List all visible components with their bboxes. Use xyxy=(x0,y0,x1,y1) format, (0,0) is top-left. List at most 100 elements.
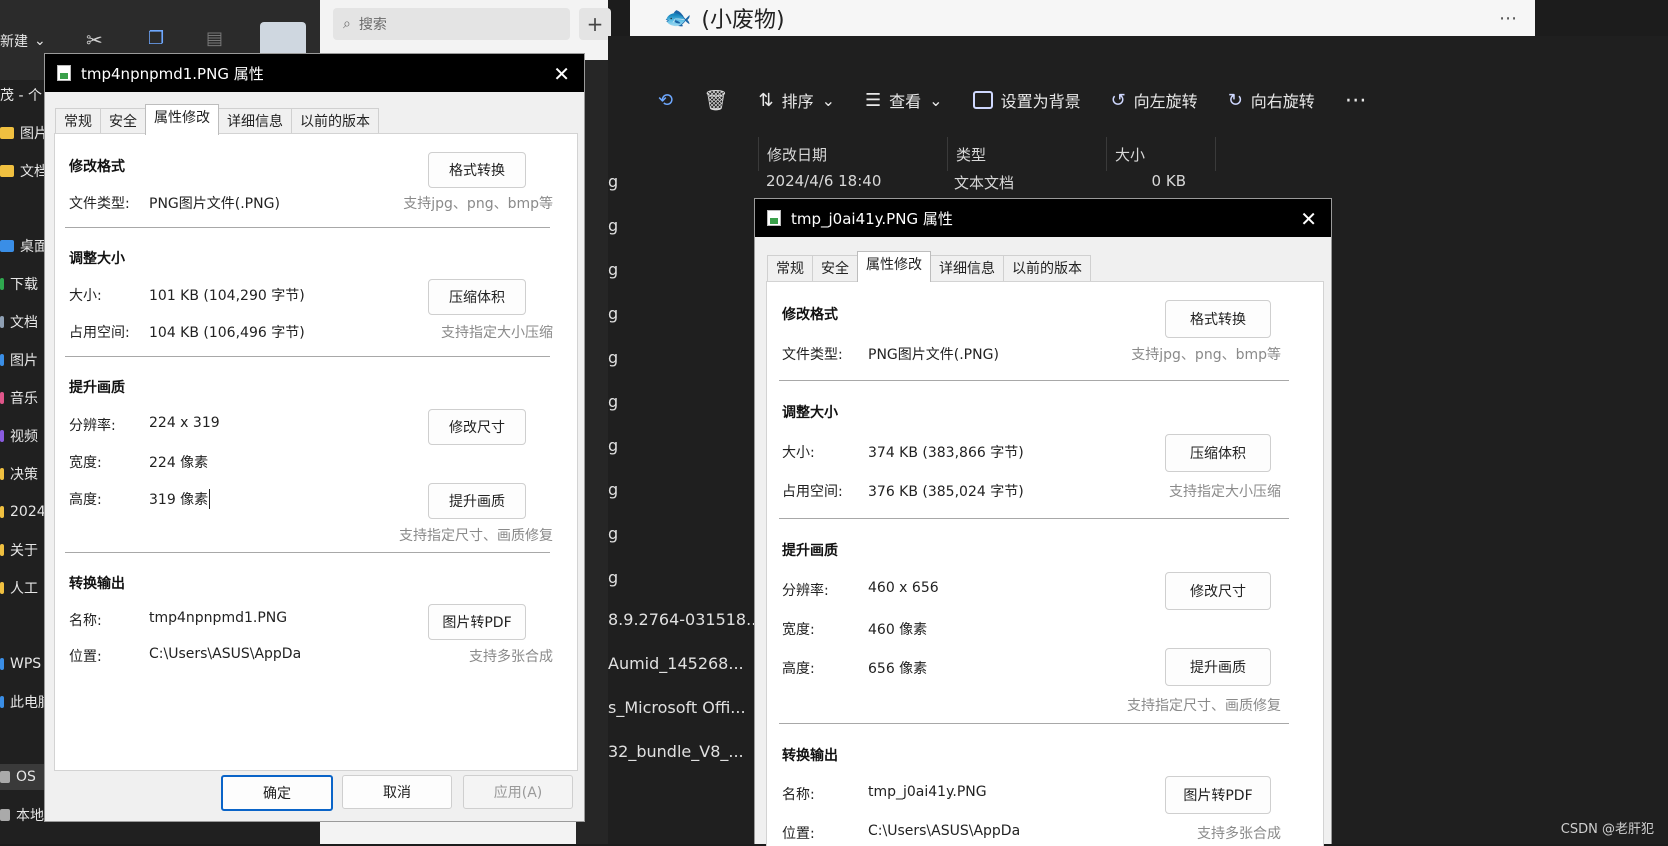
tab-general[interactable]: 常规 xyxy=(55,108,101,135)
section-title-size: 调整大小 xyxy=(69,251,125,267)
location-label: 位置: xyxy=(782,826,815,842)
tab-previous-versions[interactable]: 以前的版本 xyxy=(1003,255,1091,282)
height-value[interactable]: 319 像素 xyxy=(149,489,211,509)
rotate-left-button[interactable]: ↺ 向左旋转 xyxy=(1111,88,1198,112)
file-name-fragment[interactable]: g xyxy=(608,216,618,235)
enhance-quality-button[interactable]: 提升画质 xyxy=(1165,648,1271,686)
dialog-titlebar: tmp4npnpmd1.PNG 属性 ✕ xyxy=(45,54,584,92)
cancel-button[interactable]: 取消 xyxy=(342,775,452,809)
file-name-fragment[interactable]: g xyxy=(608,392,618,411)
format-convert-button[interactable]: 格式转换 xyxy=(1165,300,1271,338)
search-input[interactable]: ⌕ 搜索 xyxy=(333,8,570,40)
copy-icon[interactable]: ❐ xyxy=(148,28,164,49)
desktop-icon xyxy=(0,240,14,252)
sidebar-item-videos[interactable]: 视频 xyxy=(0,423,38,449)
sidebar-item-desktop[interactable]: 桌面 xyxy=(0,233,48,259)
close-icon[interactable]: ✕ xyxy=(553,62,570,86)
delete-icon[interactable]: 🗑 xyxy=(703,88,728,112)
tab-attribute-edit[interactable]: 属性修改 xyxy=(145,104,219,135)
sidebar-item-label: 人工 xyxy=(10,581,38,597)
file-name-fragment[interactable]: 32_bundle_V8_... xyxy=(608,742,744,761)
size-label: 大小: xyxy=(782,445,815,461)
section-title-output: 转换输出 xyxy=(69,576,125,592)
sidebar-item-documents[interactable]: 文档 xyxy=(0,309,38,335)
tab-general[interactable]: 常规 xyxy=(767,255,813,282)
sidebar-item-label: 下载 xyxy=(10,277,38,293)
to-pdf-button[interactable]: 图片转PDF xyxy=(428,604,526,640)
share-icon[interactable]: ⟲ xyxy=(658,90,673,111)
file-name-fragment[interactable]: 8.9.2764-031518... xyxy=(608,610,761,629)
rotate-right-button[interactable]: ↻ 向右旋转 xyxy=(1228,88,1315,112)
apply-button[interactable]: 应用(A) xyxy=(463,775,573,809)
file-name-fragment[interactable]: Aumid_145268... xyxy=(608,654,744,673)
rotate-right-label: 向右旋转 xyxy=(1250,92,1315,111)
tab-attribute-edit[interactable]: 属性修改 xyxy=(857,251,931,282)
tab-previous-versions[interactable]: 以前的版本 xyxy=(291,108,379,135)
size-hint: 支持指定大小压缩 xyxy=(441,325,553,341)
file-name-fragment[interactable]: g xyxy=(608,348,618,367)
sidebar-item-user[interactable]: 茂 - 个 xyxy=(0,82,42,108)
view-icon: ☰ xyxy=(865,89,882,111)
sidebar-item-label: 茂 - 个 xyxy=(0,88,42,104)
file-name-fragment[interactable]: g xyxy=(608,524,618,543)
resize-button[interactable]: 修改尺寸 xyxy=(1165,572,1271,610)
tab-details[interactable]: 详细信息 xyxy=(930,255,1004,282)
sidebar-item-pictures[interactable]: 图片 xyxy=(0,120,48,146)
more-options-icon[interactable]: ⋯ xyxy=(1345,88,1367,113)
file-row[interactable]: 2024/4/6 18:40 文本文档 0 KB xyxy=(758,172,1186,193)
file-name-fragment[interactable]: g xyxy=(608,436,618,455)
sidebar-item-ai[interactable]: 人工 xyxy=(0,575,38,601)
file-name-fragment[interactable]: g xyxy=(608,568,618,587)
file-name-fragment[interactable]: s_Microsoft Offi... xyxy=(608,698,746,717)
sidebar-item-music[interactable]: 音乐 xyxy=(0,385,38,411)
sidebar-item-pictures-2[interactable]: 图片 xyxy=(0,347,38,373)
sort-label: 排序 xyxy=(781,92,814,111)
enhance-quality-button[interactable]: 提升画质 xyxy=(428,483,526,519)
toolbar: ⟲ 🗑 ⇅ 排序 ⌄ ☰ 查看 ⌄ 设置为背景 ↺ 向左旋转 ↻ 向右旋转 ⋯ xyxy=(608,70,1668,130)
disk-size-value: 376 KB (385,024 字节) xyxy=(868,484,1024,500)
sidebar-item-label: 视频 xyxy=(10,429,38,445)
format-convert-button[interactable]: 格式转换 xyxy=(428,152,526,188)
compress-button[interactable]: 压缩体积 xyxy=(1165,434,1271,472)
file-name-fragment[interactable]: g xyxy=(608,172,618,191)
chevron-down-icon: ⌄ xyxy=(929,90,943,110)
file-type: 文本文档 xyxy=(954,174,1015,192)
column-date[interactable]: 修改日期 xyxy=(758,137,947,171)
resize-button[interactable]: 修改尺寸 xyxy=(428,409,526,445)
tab-security[interactable]: 安全 xyxy=(812,255,858,282)
close-icon[interactable]: ✕ xyxy=(1300,207,1317,231)
sidebar-item-about[interactable]: 关于 xyxy=(0,537,38,563)
sidebar-item-docs[interactable]: 文档 xyxy=(0,158,48,184)
divider xyxy=(65,227,550,228)
sidebar-item-downloads[interactable]: 下载 xyxy=(0,271,38,297)
sidebar-item-local-drive[interactable]: 本地 xyxy=(0,802,44,828)
output-hint: 支持多张合成 xyxy=(469,649,553,665)
sidebar-item-label: 音乐 xyxy=(10,391,38,407)
tab-details[interactable]: 详细信息 xyxy=(218,108,292,135)
sidebar-item-label: 2024 xyxy=(10,504,46,520)
set-background-button[interactable]: 设置为背景 xyxy=(972,88,1081,112)
file-name-fragment[interactable]: g xyxy=(608,480,618,499)
sidebar-item-2024[interactable]: 2024 xyxy=(0,499,46,525)
column-type[interactable]: 类型 xyxy=(947,137,1106,171)
new-button[interactable]: 新建 ⌄ xyxy=(0,28,46,54)
to-pdf-button[interactable]: 图片转PDF xyxy=(1165,776,1271,814)
sidebar-item-label: 决策 xyxy=(10,467,38,483)
paste-icon[interactable]: ▤ xyxy=(206,28,223,49)
column-size[interactable]: 大小 xyxy=(1106,137,1216,171)
add-button[interactable]: + xyxy=(579,8,611,40)
ok-button[interactable]: 确定 xyxy=(221,775,333,811)
sidebar-item-wps[interactable]: WPS xyxy=(0,651,41,677)
file-list-header: 修改日期 类型 大小 xyxy=(758,137,1216,171)
more-icon[interactable]: ⋯ xyxy=(1499,8,1517,29)
width-label: 宽度: xyxy=(782,622,815,638)
tab-security[interactable]: 安全 xyxy=(100,108,146,135)
file-name-fragment[interactable]: g xyxy=(608,304,618,323)
file-name-fragment[interactable]: g xyxy=(608,260,618,279)
compress-button[interactable]: 压缩体积 xyxy=(428,279,526,315)
sidebar-item-decision[interactable]: 决策 xyxy=(0,461,38,487)
sort-button[interactable]: ⇅ 排序 ⌄ xyxy=(758,88,835,112)
folder-icon xyxy=(0,468,4,480)
view-button[interactable]: ☰ 查看 ⌄ xyxy=(865,88,943,112)
cut-icon[interactable]: ✂ xyxy=(86,28,103,52)
